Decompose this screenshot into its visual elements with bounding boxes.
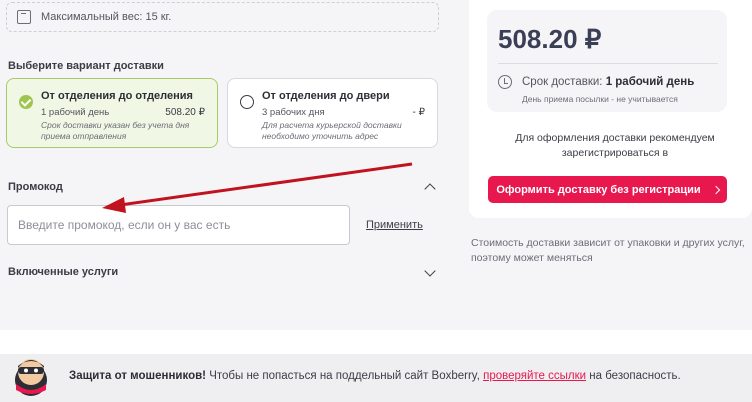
cost-disclaimer: Стоимость доставки зависит от упаковки и… <box>471 237 745 264</box>
max-weight-info: Максимальный вес: 15 кг. <box>6 2 439 32</box>
included-services-title[interactable]: Включенные услуги <box>8 266 118 278</box>
promo-title: Промокод <box>8 181 63 193</box>
option-days: 1 рабочий день <box>41 107 110 118</box>
term-label: Срок доставки: <box>522 76 603 88</box>
delivery-option-office-to-door[interactable]: От отделения до двери 3 рабочих дня - ₽ … <box>227 78 438 148</box>
radio-button[interactable] <box>240 95 254 109</box>
option-price: 508.20 ₽ <box>165 107 205 118</box>
apply-promo-link[interactable]: Применить <box>366 219 423 231</box>
total-price: 508.20 ₽ <box>498 24 602 54</box>
check-links-link[interactable]: проверяйте ссылки <box>483 370 586 382</box>
order-without-registration-button[interactable]: Оформить доставку без регистрации <box>488 176 727 203</box>
registration-recommendation: Для оформления доставки рекомендуем заре… <box>515 132 715 159</box>
option-note: Для расчета курьерской доставки необходи… <box>262 120 402 141</box>
selected-check-icon[interactable] <box>19 95 33 109</box>
robber-mascot-icon <box>15 359 47 396</box>
option-note: Срок доставки указан без учета дня прием… <box>41 120 190 141</box>
fraud-text-before: Чтобы не попасться на поддельный сайт Bo… <box>206 370 484 382</box>
chevron-right-icon <box>711 185 720 194</box>
max-weight-text: Максимальный вес: 15 кг. <box>41 11 172 23</box>
delivery-option-office-to-office[interactable]: От отделения до отделения 1 рабочий день… <box>6 78 218 148</box>
spacer-band <box>0 330 752 354</box>
term-note: День приема посылки - не учитывается <box>522 94 678 104</box>
delivery-options-title: Выберите вариант доставки <box>8 60 164 72</box>
delivery-term: Срок доставки: 1 рабочий день <box>522 76 694 88</box>
option-days: 3 рабочих дня <box>262 107 325 118</box>
option-title: От отделения до двери <box>262 90 390 102</box>
weight-icon <box>17 10 31 24</box>
order-button-label: Оформить доставку без регистрации <box>496 183 701 196</box>
clock-icon <box>498 75 512 89</box>
promo-code-input[interactable] <box>7 205 350 245</box>
term-value: 1 рабочий день <box>605 76 695 88</box>
fraud-warning-text: Защита от мошенников! Чтобы не попасться… <box>69 370 681 382</box>
divider <box>498 63 718 64</box>
option-title: От отделения до отделения <box>41 90 193 102</box>
fraud-text-after: на безопасность. <box>586 370 681 382</box>
fraud-warning-title: Защита от мошенников! <box>69 370 207 382</box>
option-price: - ₽ <box>412 107 425 118</box>
